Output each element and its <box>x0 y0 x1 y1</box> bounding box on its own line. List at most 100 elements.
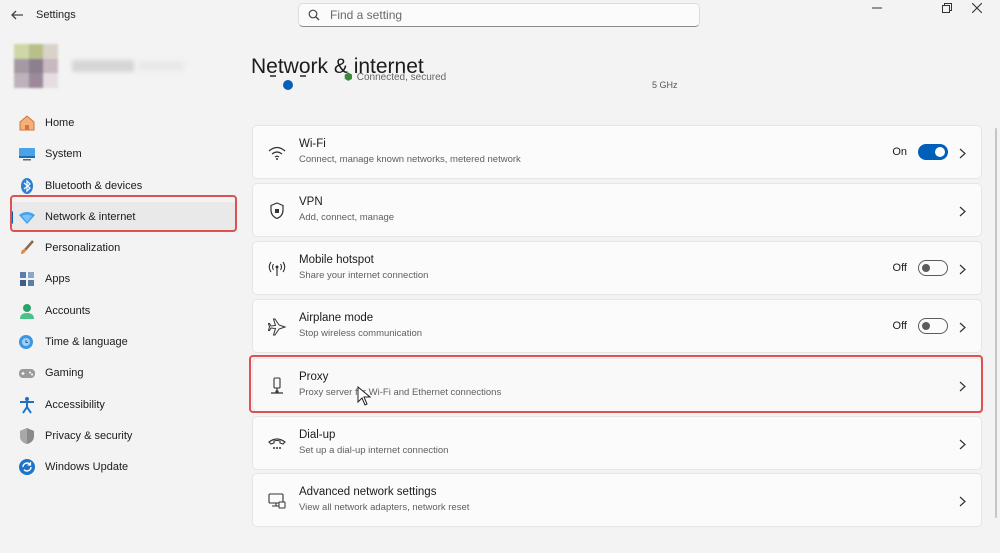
hotspot-toggle[interactable] <box>918 260 948 276</box>
wifi-state-label: On <box>892 146 907 158</box>
sidebar-item-label: Windows Update <box>45 461 129 474</box>
sidebar-item-personalization[interactable]: Personalization <box>10 233 236 263</box>
card-subtitle: Share your internet connection <box>299 270 429 281</box>
accounts-icon <box>17 301 37 321</box>
wifi-card[interactable]: Wi-Fi Connect, manage known networks, me… <box>252 125 982 179</box>
close-button[interactable] <box>954 0 1000 16</box>
sidebar-item-apps[interactable]: Apps <box>10 264 236 294</box>
card-title: Advanced network settings <box>299 486 437 498</box>
back-arrow-icon <box>11 10 23 20</box>
card-title: VPN <box>299 196 323 208</box>
sidebar-item-label: System <box>45 148 82 161</box>
sidebar-item-label: Home <box>45 117 75 129</box>
card-subtitle: Stop wireless communication <box>299 328 423 339</box>
chevron-right-icon <box>955 143 969 163</box>
card-subtitle: Connect, manage known networks, metered … <box>299 154 521 165</box>
signal-dash <box>300 75 306 77</box>
dialup-icon <box>267 434 287 454</box>
card-title: Airplane mode <box>299 312 374 324</box>
vpn-card[interactable]: VPN Add, connect, manage <box>252 183 982 237</box>
minimize-icon <box>872 7 882 9</box>
sidebar-item-gaming[interactable]: Gaming <box>10 358 236 388</box>
sidebar-item-label: Privacy & security <box>45 429 133 442</box>
wifi-diamond-icon <box>17 207 37 227</box>
card-subtitle: View all network adapters, network reset <box>299 502 470 513</box>
proxy-icon <box>267 376 287 396</box>
sidebar-item-bluetooth[interactable]: Bluetooth & devices <box>10 171 236 201</box>
mouse-cursor-icon <box>357 386 371 406</box>
card-title: Dial-up <box>299 429 336 441</box>
connected-shield-icon: ⬢ <box>344 72 353 83</box>
scrollbar[interactable] <box>995 128 997 518</box>
sidebar-item-time-language[interactable]: Time & language <box>10 327 236 357</box>
profile-email-redacted <box>138 62 184 70</box>
restore-icon <box>942 3 952 13</box>
card-title: Proxy <box>299 371 329 383</box>
chevron-right-icon <box>955 201 969 221</box>
search-input[interactable] <box>328 7 672 23</box>
hotspot-icon <box>267 259 287 279</box>
sidebar-item-accounts[interactable]: Accounts <box>10 296 236 326</box>
sidebar-item-network[interactable]: Network & internet <box>10 201 236 232</box>
advanced-network-icon <box>267 491 287 511</box>
sidebar-item-home[interactable]: Home <box>10 108 236 138</box>
search-box[interactable] <box>298 3 700 27</box>
card-subtitle: Set up a dial-up internet connection <box>299 445 449 456</box>
sidebar-item-label: Accounts <box>45 304 91 317</box>
bluetooth-icon <box>17 176 37 196</box>
search-icon <box>308 9 320 21</box>
home-icon <box>17 113 37 133</box>
sidebar-item-label: Time & language <box>45 336 128 349</box>
airplane-toggle[interactable] <box>918 318 948 334</box>
vpn-shield-icon <box>267 201 287 221</box>
dialup-card[interactable]: Dial-up Set up a dial-up internet connec… <box>252 416 982 470</box>
chevron-right-icon <box>955 259 969 279</box>
sidebar-item-label: Bluetooth & devices <box>45 179 143 192</box>
hotspot-state-label: Off <box>892 262 907 274</box>
minimize-button[interactable] <box>854 0 900 16</box>
connection-band: 5 GHz <box>652 80 678 90</box>
signal-dash <box>270 75 276 77</box>
card-title: Mobile hotspot <box>299 254 374 266</box>
profile-name-redacted <box>72 60 134 72</box>
card-subtitle: Proxy server for Wi-Fi and Ethernet conn… <box>299 387 502 398</box>
card-subtitle: Add, connect, manage <box>299 212 395 223</box>
sidebar-item-accessibility[interactable]: Accessibility <box>10 390 236 420</box>
chevron-right-icon <box>955 491 969 511</box>
apps-icon <box>17 269 37 289</box>
avatar[interactable] <box>14 44 58 88</box>
sidebar-item-label: Gaming <box>45 367 84 380</box>
system-icon <box>17 144 37 164</box>
sidebar-item-privacy-security[interactable]: Privacy & security <box>10 421 236 451</box>
close-icon <box>972 3 982 13</box>
update-icon <box>17 457 37 477</box>
network-dot-icon <box>283 80 293 90</box>
chevron-right-icon <box>955 434 969 454</box>
airplane-state-label: Off <box>892 320 907 332</box>
airplane-mode-card[interactable]: Airplane mode Stop wireless communicatio… <box>252 299 982 353</box>
connection-status-text: Connected, secured <box>356 72 447 83</box>
mobile-hotspot-card[interactable]: Mobile hotspot Share your internet conne… <box>252 241 982 295</box>
globe-clock-icon <box>17 332 37 352</box>
sidebar-item-label: Network & internet <box>45 210 136 223</box>
brush-icon <box>17 238 37 258</box>
sidebar-item-label: Accessibility <box>45 398 105 411</box>
accessibility-icon <box>17 395 37 415</box>
chevron-right-icon <box>955 376 969 396</box>
advanced-network-settings-card[interactable]: Advanced network settings View all netwo… <box>252 473 982 527</box>
card-title: Wi-Fi <box>299 138 326 150</box>
sidebar-nav: Home System Bluetooth & devices Network … <box>10 108 236 484</box>
back-button[interactable] <box>6 4 28 26</box>
wifi-toggle[interactable] <box>918 144 948 160</box>
gamepad-icon <box>17 363 37 383</box>
connection-status: ⬢ Connected, secured 5 GHz <box>252 70 982 106</box>
sidebar-item-windows-update[interactable]: Windows Update <box>10 452 236 482</box>
title-bar: Settings <box>0 0 1000 32</box>
wifi-icon <box>267 143 287 163</box>
sidebar-item-label: Apps <box>45 273 71 286</box>
airplane-icon <box>267 317 287 337</box>
app-title: Settings <box>36 9 76 21</box>
shield-icon <box>17 426 37 446</box>
chevron-right-icon <box>955 317 969 337</box>
sidebar-item-system[interactable]: System <box>10 139 236 169</box>
